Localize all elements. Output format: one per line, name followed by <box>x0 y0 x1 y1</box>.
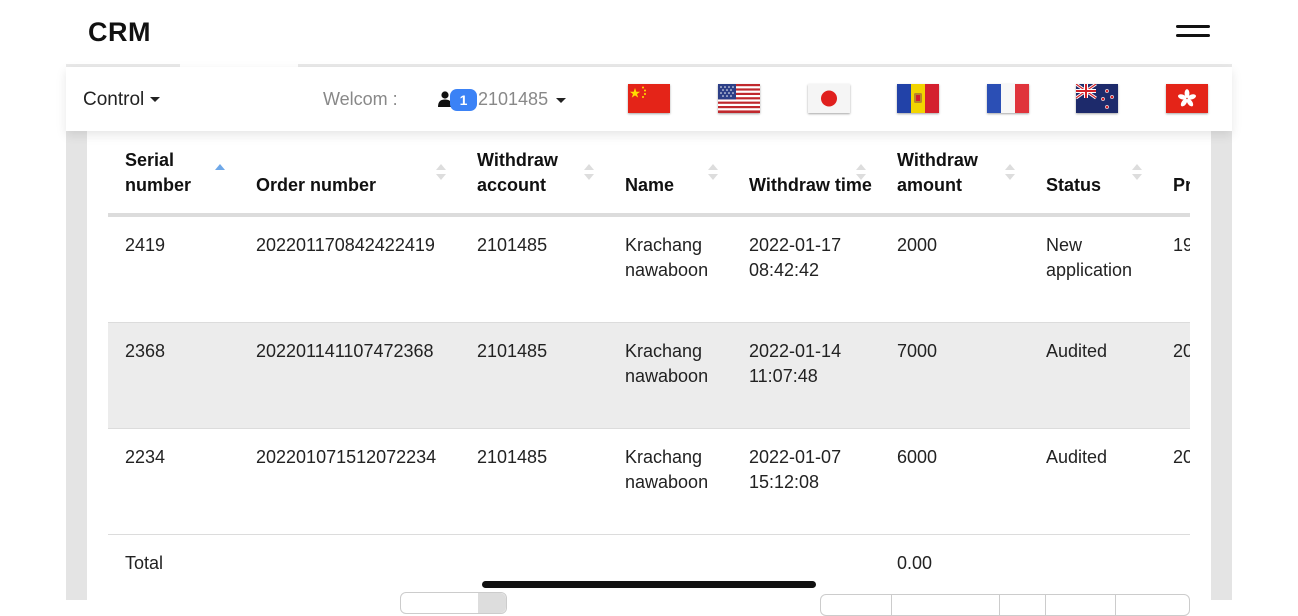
flag-new-zealand-icon[interactable] <box>1076 84 1118 113</box>
notification-badge: 1 <box>450 89 477 111</box>
sort-icon[interactable] <box>584 164 594 182</box>
cell-withdraw-time: 2022-01-17 08:42:42 <box>732 215 880 323</box>
table-panel: Serial number Order number Withdraw acco… <box>87 130 1211 600</box>
withdraw-table: Serial number Order number Withdraw acco… <box>108 130 1190 592</box>
column-header-withdraw-amount[interactable]: Withdraw amount <box>880 130 1029 217</box>
cell-withdraw-time: 2022-01-14 11:07:48 <box>732 322 880 429</box>
sort-icon[interactable] <box>436 164 446 182</box>
column-header-status[interactable]: Status <box>1029 130 1156 217</box>
cell-order-number: 202201071512072234 <box>239 428 460 535</box>
flag-usa-icon[interactable] <box>718 84 760 113</box>
cell-status: New application <box>1029 215 1156 323</box>
sort-icon[interactable] <box>856 164 866 182</box>
cell-withdraw-account: 2101485 <box>460 215 608 323</box>
cell-withdraw-amount: 2000 <box>880 215 1029 323</box>
cell-serial-number: 2234 <box>108 428 239 535</box>
username: 2101485 <box>478 89 549 109</box>
pagination[interactable] <box>820 594 1190 616</box>
total-label: Total <box>125 553 164 573</box>
sort-icon[interactable] <box>1132 164 1142 182</box>
flag-hong-kong-icon[interactable] <box>1166 84 1208 113</box>
table-row[interactable]: 2419 202201170842422419 2101485 Krachang… <box>108 215 1190 323</box>
cell-withdraw-time: 2022-01-07 15:12:08 <box>732 428 880 535</box>
control-dropdown[interactable]: Control <box>83 89 161 111</box>
cell-withdraw-account: 2101485 <box>460 322 608 429</box>
cell-process-time: 20 07 15 <box>1156 428 1190 535</box>
home-indicator[interactable] <box>482 581 816 588</box>
column-header-serial-number[interactable]: Serial number <box>108 130 239 217</box>
flag-andorra-icon[interactable] <box>897 84 939 113</box>
cell-status: Audited <box>1029 322 1156 429</box>
column-header-order-number[interactable]: Order number <box>239 130 460 217</box>
control-label: Control <box>83 89 145 110</box>
cell-serial-number: 2368 <box>108 322 239 429</box>
cell-withdraw-amount: 7000 <box>880 322 1029 429</box>
table-row[interactable]: 2368 202201141107472368 2101485 Krachang… <box>108 322 1190 429</box>
cell-name: Krachang nawaboon <box>608 322 732 429</box>
cell-status: Audited <box>1029 428 1156 535</box>
chevron-down-icon <box>556 98 566 103</box>
cell-withdraw-account: 2101485 <box>460 428 608 535</box>
cell-process-time: 19 01 00 <box>1156 215 1190 323</box>
page-size-select[interactable] <box>400 592 507 614</box>
sort-icon[interactable] <box>1005 164 1015 182</box>
app-title: CRM <box>88 17 151 47</box>
sort-icon[interactable] <box>708 164 718 182</box>
table-row[interactable]: 2234 202201071512072234 2101485 Krachang… <box>108 428 1190 535</box>
cell-name: Krachang nawaboon <box>608 428 732 535</box>
app-header: CRM <box>66 0 1232 66</box>
welcome-label: Welcom : <box>323 89 398 109</box>
flag-france-icon[interactable] <box>987 84 1029 113</box>
table-header-row: Serial number Order number Withdraw acco… <box>108 130 1190 217</box>
table-scroll-area[interactable]: Serial number Order number Withdraw acco… <box>108 130 1190 600</box>
cell-name: Krachang nawaboon <box>608 215 732 323</box>
cell-order-number: 202201170842422419 <box>239 215 460 323</box>
column-header-name[interactable]: Name <box>608 130 732 217</box>
flag-china-icon[interactable] <box>628 84 670 113</box>
sort-icon[interactable] <box>215 164 225 182</box>
chevron-down-icon <box>478 593 506 613</box>
cell-withdraw-amount: 6000 <box>880 428 1029 535</box>
hamburger-menu-icon[interactable] <box>1176 24 1212 42</box>
column-header-withdraw-account[interactable]: Withdraw account <box>460 130 608 217</box>
flag-japan-icon[interactable] <box>808 84 850 113</box>
chevron-down-icon <box>150 97 161 103</box>
total-amount: 0.00 <box>897 553 933 573</box>
column-header-withdraw-time[interactable]: Withdraw time <box>732 130 880 217</box>
main-content: Serial number Order number Withdraw acco… <box>66 130 1232 600</box>
cell-order-number: 202201141107472368 <box>239 322 460 429</box>
column-header-process-time[interactable]: Pr ti <box>1156 130 1190 217</box>
nav-bar: Control Welcom : 1 2101485 <box>66 67 1232 131</box>
cell-process-time: 20 14 11 <box>1156 322 1190 429</box>
cell-serial-number: 2419 <box>108 215 239 323</box>
